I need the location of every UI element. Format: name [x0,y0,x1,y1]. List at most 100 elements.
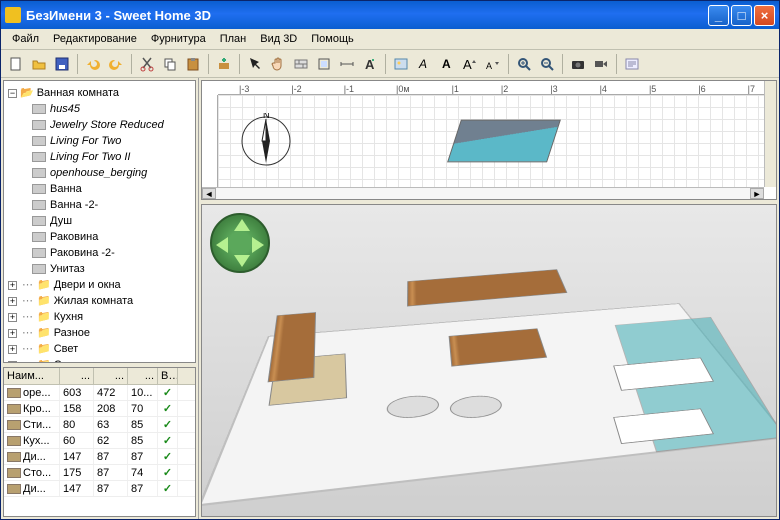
tree-item[interactable]: hus45 [28,101,191,117]
compass[interactable]: N [238,113,294,169]
undo-button[interactable] [82,53,104,75]
menu-bar: Файл Редактирование Фурнитура План Вид 3… [1,29,779,50]
table-row[interactable]: Сти...806385✓ [4,417,195,433]
menu-view3d[interactable]: Вид 3D [253,31,304,47]
dimension-tool[interactable] [336,53,358,75]
tree-category[interactable]: +⋯📁Разное [8,325,191,341]
close-button[interactable]: × [754,5,775,26]
nav-up-button[interactable] [234,219,250,231]
visible-checkbox[interactable]: ✓ [163,450,172,463]
text-increase-button[interactable]: A [459,53,481,75]
expand-icon[interactable]: + [8,361,17,364]
visible-checkbox[interactable]: ✓ [163,386,172,399]
tree-item[interactable]: Jewelry Store Reduced [28,117,191,133]
preferences-button[interactable] [621,53,643,75]
nav-left-button[interactable] [216,237,228,253]
text-decrease-button[interactable]: A [482,53,504,75]
menu-help[interactable]: Помощь [304,31,361,47]
tree-item[interactable]: openhouse_berging [28,165,191,181]
video-button[interactable] [590,53,612,75]
add-furniture-button[interactable] [213,53,235,75]
tree-item[interactable]: Унитаз [28,261,191,277]
text-tool[interactable]: A [359,53,381,75]
redo-button[interactable] [105,53,127,75]
menu-furniture[interactable]: Фурнитура [144,31,213,47]
visible-checkbox[interactable]: ✓ [163,434,172,447]
open-button[interactable] [28,53,50,75]
furniture-table[interactable]: Наим... ... ... ... В... оре...60347210.… [3,367,196,517]
expand-icon[interactable]: + [8,313,17,322]
visible-checkbox[interactable]: ✓ [163,418,172,431]
tree-item[interactable]: Душ [28,213,191,229]
photo-button[interactable] [567,53,589,75]
table-row[interactable]: Кух...606285✓ [4,433,195,449]
table-row[interactable]: Сто...1758774✓ [4,465,195,481]
tree-category[interactable]: +⋯📁Жилая комната [8,293,191,309]
table-row[interactable]: Ди...1478787✓ [4,481,195,497]
save-button[interactable] [51,53,73,75]
col-name[interactable]: Наим... [4,368,60,384]
plan-model-thumbnail[interactable] [447,120,561,163]
tree-item[interactable]: Раковина [28,229,191,245]
plan-scrollbar-v[interactable] [764,81,776,187]
room-tool[interactable] [313,53,335,75]
tree-item[interactable]: Раковина -2- [28,245,191,261]
wall-tool[interactable] [290,53,312,75]
tree-category[interactable]: +⋯📁Свет [8,341,191,357]
visible-checkbox[interactable]: ✓ [163,482,172,495]
table-row[interactable]: оре...60347210...✓ [4,385,195,401]
svg-text:A: A [463,57,472,72]
tree-category-bathroom[interactable]: − 📂 Ванная комната [8,85,191,101]
copy-button[interactable] [159,53,181,75]
expand-icon[interactable]: + [8,281,17,290]
col-visible[interactable]: В... [158,368,178,384]
cut-button[interactable] [136,53,158,75]
select-tool[interactable] [244,53,266,75]
tree-item[interactable]: Living For Two II [28,149,191,165]
paste-button[interactable] [182,53,204,75]
table-header[interactable]: Наим... ... ... ... В... [4,368,195,385]
tree-item[interactable]: Ванна -2- [28,197,191,213]
expand-icon[interactable]: + [8,329,17,338]
catalog-tree[interactable]: − 📂 Ванная комната hus45Jewelry Store Re… [3,80,196,363]
tree-item[interactable]: Ванна [28,181,191,197]
plan-view[interactable]: |-3|-2|-1|0м|1|2|3|4|5|6|7 N [201,80,777,200]
menu-edit[interactable]: Редактирование [46,31,144,47]
text-italic-button[interactable]: A [413,53,435,75]
import-bg-button[interactable] [390,53,412,75]
scroll-right-button[interactable]: ► [750,188,764,199]
zoom-in-button[interactable] [513,53,535,75]
title-bar[interactable]: БезИмени 3 - Sweet Home 3D _ □ × [1,1,779,29]
plan-scrollbar-h[interactable]: ◄ ► [202,187,764,199]
expand-icon[interactable]: + [8,345,17,354]
item-thumb-icon [32,264,46,274]
scroll-left-button[interactable]: ◄ [202,188,216,199]
col-height[interactable]: ... [128,368,158,384]
tree-category[interactable]: +⋯📁Спальня [8,357,191,363]
new-button[interactable] [5,53,27,75]
tree-category[interactable]: +⋯📁Двери и окна [8,277,191,293]
visible-checkbox[interactable]: ✓ [163,466,172,479]
tree-category[interactable]: +⋯📁Кухня [8,309,191,325]
zoom-out-button[interactable] [536,53,558,75]
item-thumb-icon [32,248,46,258]
menu-plan[interactable]: План [213,31,254,47]
menu-file[interactable]: Файл [5,31,46,47]
row-thumb-icon [7,420,21,430]
3d-scene [242,245,761,506]
3d-view[interactable] [201,204,777,517]
visible-checkbox[interactable]: ✓ [163,402,172,415]
row-thumb-icon [7,388,21,398]
expand-icon[interactable]: + [8,297,17,306]
pan-tool[interactable] [267,53,289,75]
col-depth[interactable]: ... [94,368,128,384]
minimize-button[interactable]: _ [708,5,729,26]
table-row[interactable]: Ди...1478787✓ [4,449,195,465]
tree-item[interactable]: Living For Two [28,133,191,149]
collapse-icon[interactable]: − [8,89,17,98]
col-width[interactable]: ... [60,368,94,384]
maximize-button[interactable]: □ [731,5,752,26]
table-row[interactable]: Кро...15820870✓ [4,401,195,417]
plan-grid[interactable]: N [218,95,776,187]
text-bold-button[interactable]: A [436,53,458,75]
